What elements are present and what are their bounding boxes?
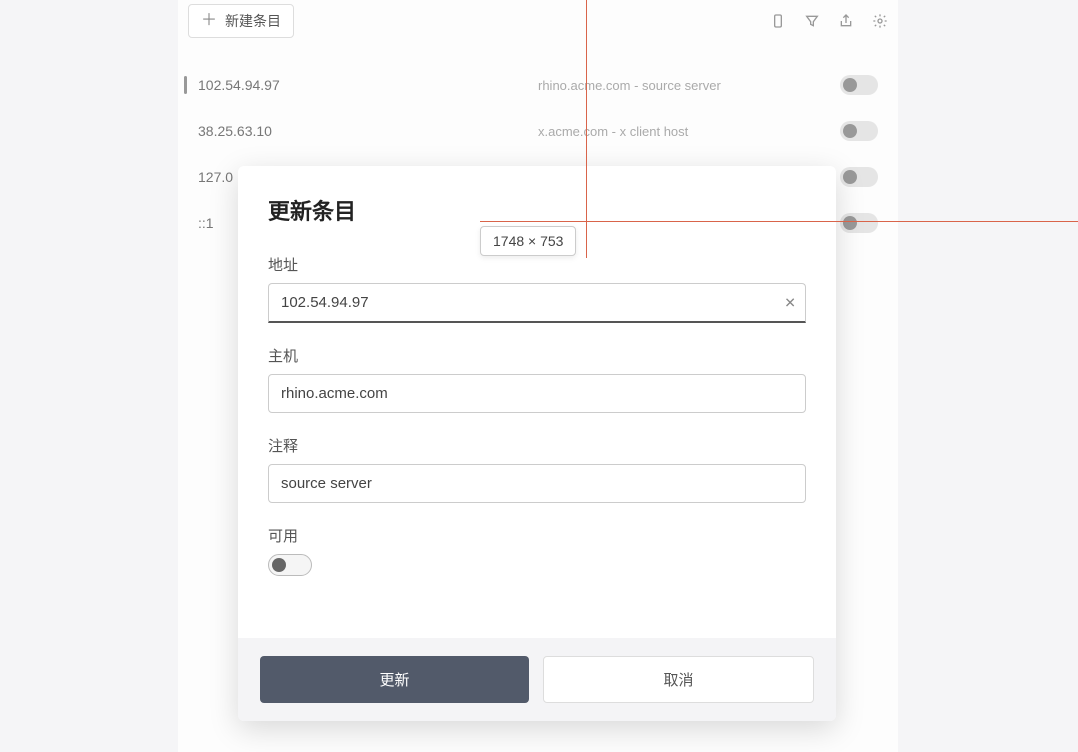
- new-entry-label: 新建条目: [225, 11, 281, 31]
- update-button[interactable]: 更新: [260, 656, 529, 703]
- address-input[interactable]: [268, 283, 806, 323]
- filter-icon[interactable]: [804, 13, 820, 29]
- dimension-badge: 1748 × 753: [480, 226, 576, 256]
- enabled-label: 可用: [268, 525, 806, 546]
- address-input-wrapper: ✕: [268, 283, 806, 323]
- cancel-button[interactable]: 取消: [543, 656, 814, 703]
- modal-footer: 更新 取消: [238, 638, 836, 721]
- toolbar-icons: [770, 13, 888, 29]
- host-input[interactable]: [268, 374, 806, 413]
- export-icon[interactable]: [838, 13, 854, 29]
- entry-ip: 38.25.63.10: [198, 123, 538, 139]
- address-field-group: 地址 ✕: [268, 254, 806, 323]
- enabled-toggle[interactable]: [268, 554, 312, 576]
- comment-field-group: 注释: [268, 435, 806, 503]
- entry-row[interactable]: 38.25.63.10 x.acme.com - x client host: [178, 108, 898, 154]
- guide-vertical: [586, 0, 587, 258]
- plus-icon: ＋: [201, 13, 217, 29]
- enabled-field-group: 可用: [268, 525, 806, 576]
- entry-ip: 102.54.94.97: [198, 77, 538, 93]
- new-entry-button[interactable]: ＋ 新建条目: [188, 4, 294, 38]
- toolbar: ＋ 新建条目: [178, 0, 898, 42]
- entry-toggle[interactable]: [840, 121, 878, 141]
- host-field-group: 主机: [268, 345, 806, 413]
- entry-toggle[interactable]: [840, 167, 878, 187]
- address-label: 地址: [268, 254, 806, 275]
- entry-toggle[interactable]: [840, 213, 878, 233]
- gear-icon[interactable]: [872, 13, 888, 29]
- host-label: 主机: [268, 345, 806, 366]
- entry-host: x.acme.com - x client host: [538, 124, 840, 139]
- device-icon[interactable]: [770, 13, 786, 29]
- entry-toggle[interactable]: [840, 75, 878, 95]
- entry-row[interactable]: 102.54.94.97 rhino.acme.com - source ser…: [178, 62, 898, 108]
- comment-label: 注释: [268, 435, 806, 456]
- clear-icon[interactable]: ✕: [784, 295, 796, 312]
- comment-input[interactable]: [268, 464, 806, 503]
- entry-host: rhino.acme.com - source server: [538, 78, 840, 93]
- guide-horizontal: [480, 221, 1078, 222]
